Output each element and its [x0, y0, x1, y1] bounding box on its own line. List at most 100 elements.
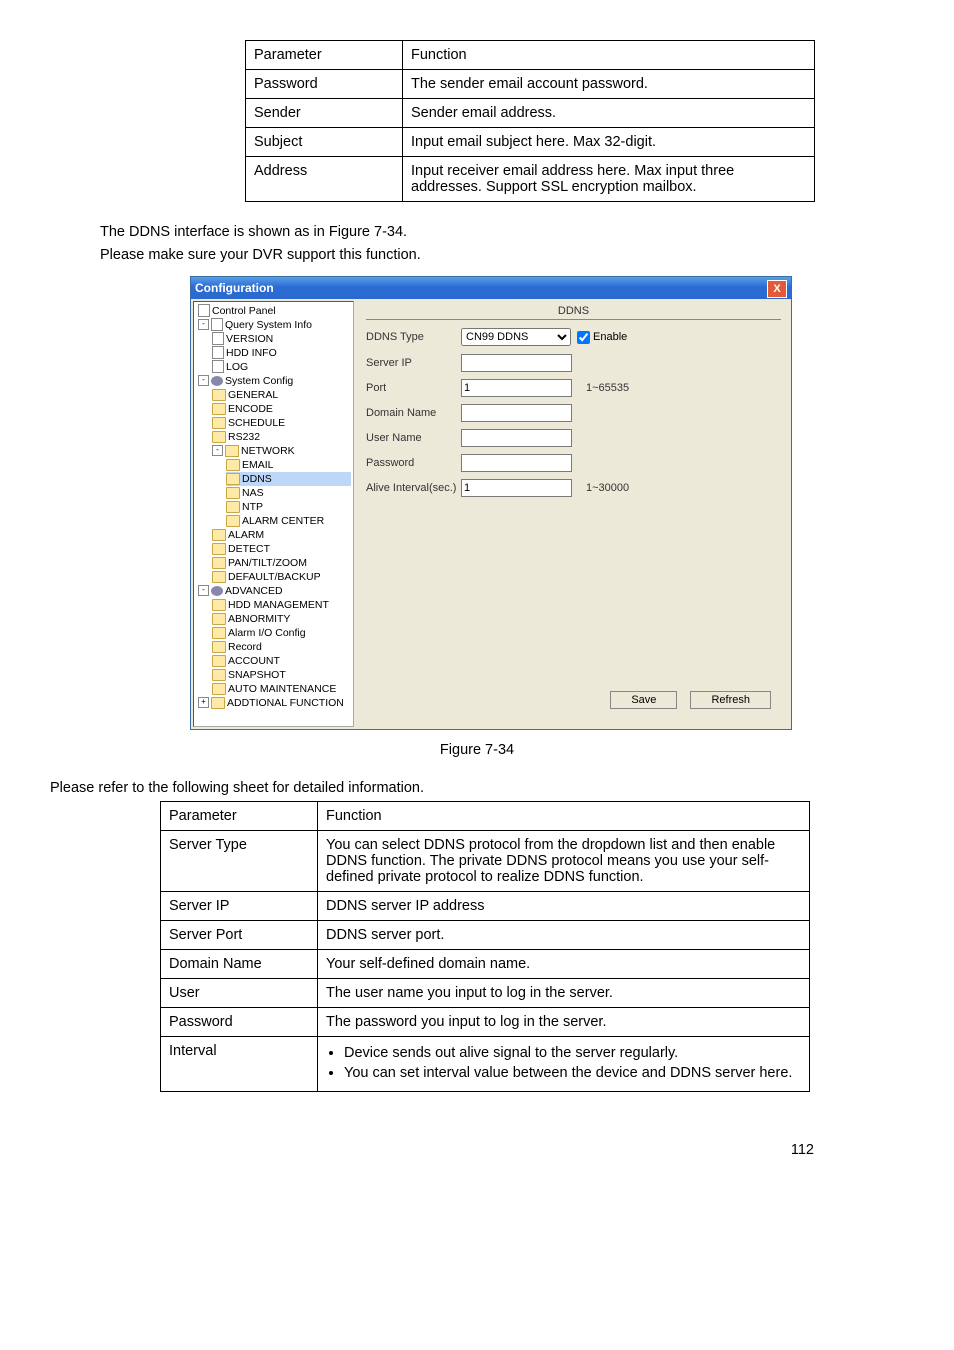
- password-input[interactable]: [461, 454, 572, 472]
- parameter-table-1: Parameter Function Password The sender e…: [245, 40, 815, 202]
- tree-node[interactable]: EMAIL: [226, 458, 351, 472]
- folder-icon: [226, 459, 240, 471]
- tree-node[interactable]: PAN/TILT/ZOOM: [212, 556, 351, 570]
- table1-header-param: Parameter: [246, 41, 403, 70]
- refresh-button[interactable]: Refresh: [690, 691, 771, 709]
- folder-icon: [226, 487, 240, 499]
- figure-caption: Figure 7-34: [100, 742, 854, 758]
- tree-node[interactable]: Record: [212, 640, 351, 654]
- gear-icon: [211, 586, 223, 596]
- content-pane: DDNS DDNS Type CN99 DDNS Enable Server I…: [356, 299, 791, 729]
- tree-node[interactable]: GENERAL: [212, 388, 351, 402]
- monitor-icon: [198, 304, 210, 317]
- intro-text-1: The DDNS interface is shown as in Figure…: [100, 222, 854, 242]
- folder-icon: [212, 655, 226, 667]
- tree-node[interactable]: ALARM: [212, 528, 351, 542]
- tree-node-advanced[interactable]: -ADVANCED HDD MANAGEMENT ABNORMITY Alarm…: [198, 584, 351, 696]
- expand-icon[interactable]: +: [198, 697, 209, 708]
- table-row: Subject Input email subject here. Max 32…: [246, 128, 815, 157]
- username-input[interactable]: [461, 429, 572, 447]
- tree-node[interactable]: HDD MANAGEMENT: [212, 598, 351, 612]
- tree-node-qsi[interactable]: -Query System Info VERSION HDD INFO LOG: [198, 318, 351, 374]
- titlebar: Configuration X: [191, 277, 791, 299]
- tree-node[interactable]: HDD INFO: [212, 346, 351, 360]
- password-label: Password: [366, 457, 461, 469]
- close-icon: X: [773, 278, 780, 300]
- tree-node[interactable]: NTP: [226, 500, 351, 514]
- save-button[interactable]: Save: [610, 691, 677, 709]
- tree-node-sysconfig[interactable]: -System Config GENERAL ENCODE SCHEDULE R…: [198, 374, 351, 584]
- collapse-icon[interactable]: -: [212, 445, 223, 456]
- alive-input[interactable]: [461, 479, 572, 497]
- tree-node[interactable]: VERSION: [212, 332, 351, 346]
- folder-icon: [212, 683, 226, 695]
- tree-node[interactable]: ABNORMITY: [212, 612, 351, 626]
- tree-root[interactable]: Control Panel: [198, 304, 351, 318]
- enable-label: Enable: [593, 331, 627, 343]
- collapse-icon[interactable]: -: [198, 375, 209, 386]
- domain-label: Domain Name: [366, 407, 461, 419]
- collapse-icon[interactable]: -: [198, 585, 209, 596]
- table-row: Server Port DDNS server port.: [161, 920, 810, 949]
- close-button[interactable]: X: [767, 280, 787, 298]
- folder-icon: [212, 543, 226, 555]
- tree-node[interactable]: SNAPSHOT: [212, 668, 351, 682]
- tree-node[interactable]: NAS: [226, 486, 351, 500]
- serverip-input[interactable]: [461, 354, 572, 372]
- table-row: Password The password you input to log i…: [161, 1007, 810, 1036]
- folder-icon: [212, 431, 226, 443]
- folder-icon: [212, 641, 226, 653]
- configuration-window: Configuration X Control Panel -Query Sys…: [190, 276, 792, 730]
- port-label: Port: [366, 382, 461, 394]
- intro-text-3: Please refer to the following sheet for …: [50, 778, 854, 798]
- folder-icon: [212, 557, 226, 569]
- tree-node[interactable]: AUTO MAINTENANCE: [212, 682, 351, 696]
- interval-bullet-2: You can set interval value between the d…: [344, 1065, 801, 1081]
- page-icon: [212, 332, 224, 345]
- table-row: Domain Name Your self-defined domain nam…: [161, 949, 810, 978]
- tree-node[interactable]: ALARM CENTER: [226, 514, 351, 528]
- tree-pane[interactable]: Control Panel -Query System Info VERSION…: [193, 301, 354, 727]
- page-icon: [212, 360, 224, 373]
- domain-input[interactable]: [461, 404, 572, 422]
- tree-node-network[interactable]: -NETWORK EMAIL DDNS NAS NTP ALARM CENTER: [212, 444, 351, 528]
- ddns-type-select[interactable]: CN99 DDNS: [461, 328, 571, 346]
- alive-label: Alive Interval(sec.): [366, 482, 461, 494]
- folder-icon: [212, 627, 226, 639]
- enable-checkbox[interactable]: [577, 331, 590, 344]
- table-row: Server IP DDNS server IP address: [161, 891, 810, 920]
- tree-node[interactable]: ACCOUNT: [212, 654, 351, 668]
- table-row: Sender Sender email address.: [246, 99, 815, 128]
- tree-node[interactable]: DETECT: [212, 542, 351, 556]
- folder-icon: [212, 613, 226, 625]
- alive-hint: 1~30000: [586, 482, 629, 494]
- tree-node[interactable]: LOG: [212, 360, 351, 374]
- folder-icon: [212, 403, 226, 415]
- tools-icon: [211, 376, 223, 386]
- parameter-table-2: Parameter Function Server Type You can s…: [160, 801, 810, 1092]
- table-row: User The user name you input to log in t…: [161, 978, 810, 1007]
- table-row: Server Type You can select DDNS protocol…: [161, 830, 810, 891]
- tree-node[interactable]: SCHEDULE: [212, 416, 351, 430]
- tree-node-ddns[interactable]: DDNS: [226, 472, 351, 486]
- page-number: 112: [100, 1142, 854, 1158]
- page-icon: [211, 318, 223, 331]
- folder-icon: [212, 669, 226, 681]
- folder-icon: [211, 697, 225, 709]
- folder-icon: [212, 571, 226, 583]
- tree-node[interactable]: DEFAULT/BACKUP: [212, 570, 351, 584]
- window-title: Configuration: [195, 277, 274, 299]
- serverip-label: Server IP: [366, 357, 461, 369]
- tree-node[interactable]: Alarm I/O Config: [212, 626, 351, 640]
- tree-node-addfunc[interactable]: +ADDTIONAL FUNCTION: [198, 696, 351, 710]
- collapse-icon[interactable]: -: [198, 319, 209, 330]
- port-input[interactable]: [461, 379, 572, 397]
- folder-icon: [212, 529, 226, 541]
- folder-icon: [226, 515, 240, 527]
- table1-header-func: Function: [403, 41, 815, 70]
- table2-header-func: Function: [318, 801, 810, 830]
- tree-node[interactable]: ENCODE: [212, 402, 351, 416]
- tree-node[interactable]: RS232: [212, 430, 351, 444]
- intro-text-2: Please make sure your DVR support this f…: [100, 245, 854, 265]
- page-icon: [212, 346, 224, 359]
